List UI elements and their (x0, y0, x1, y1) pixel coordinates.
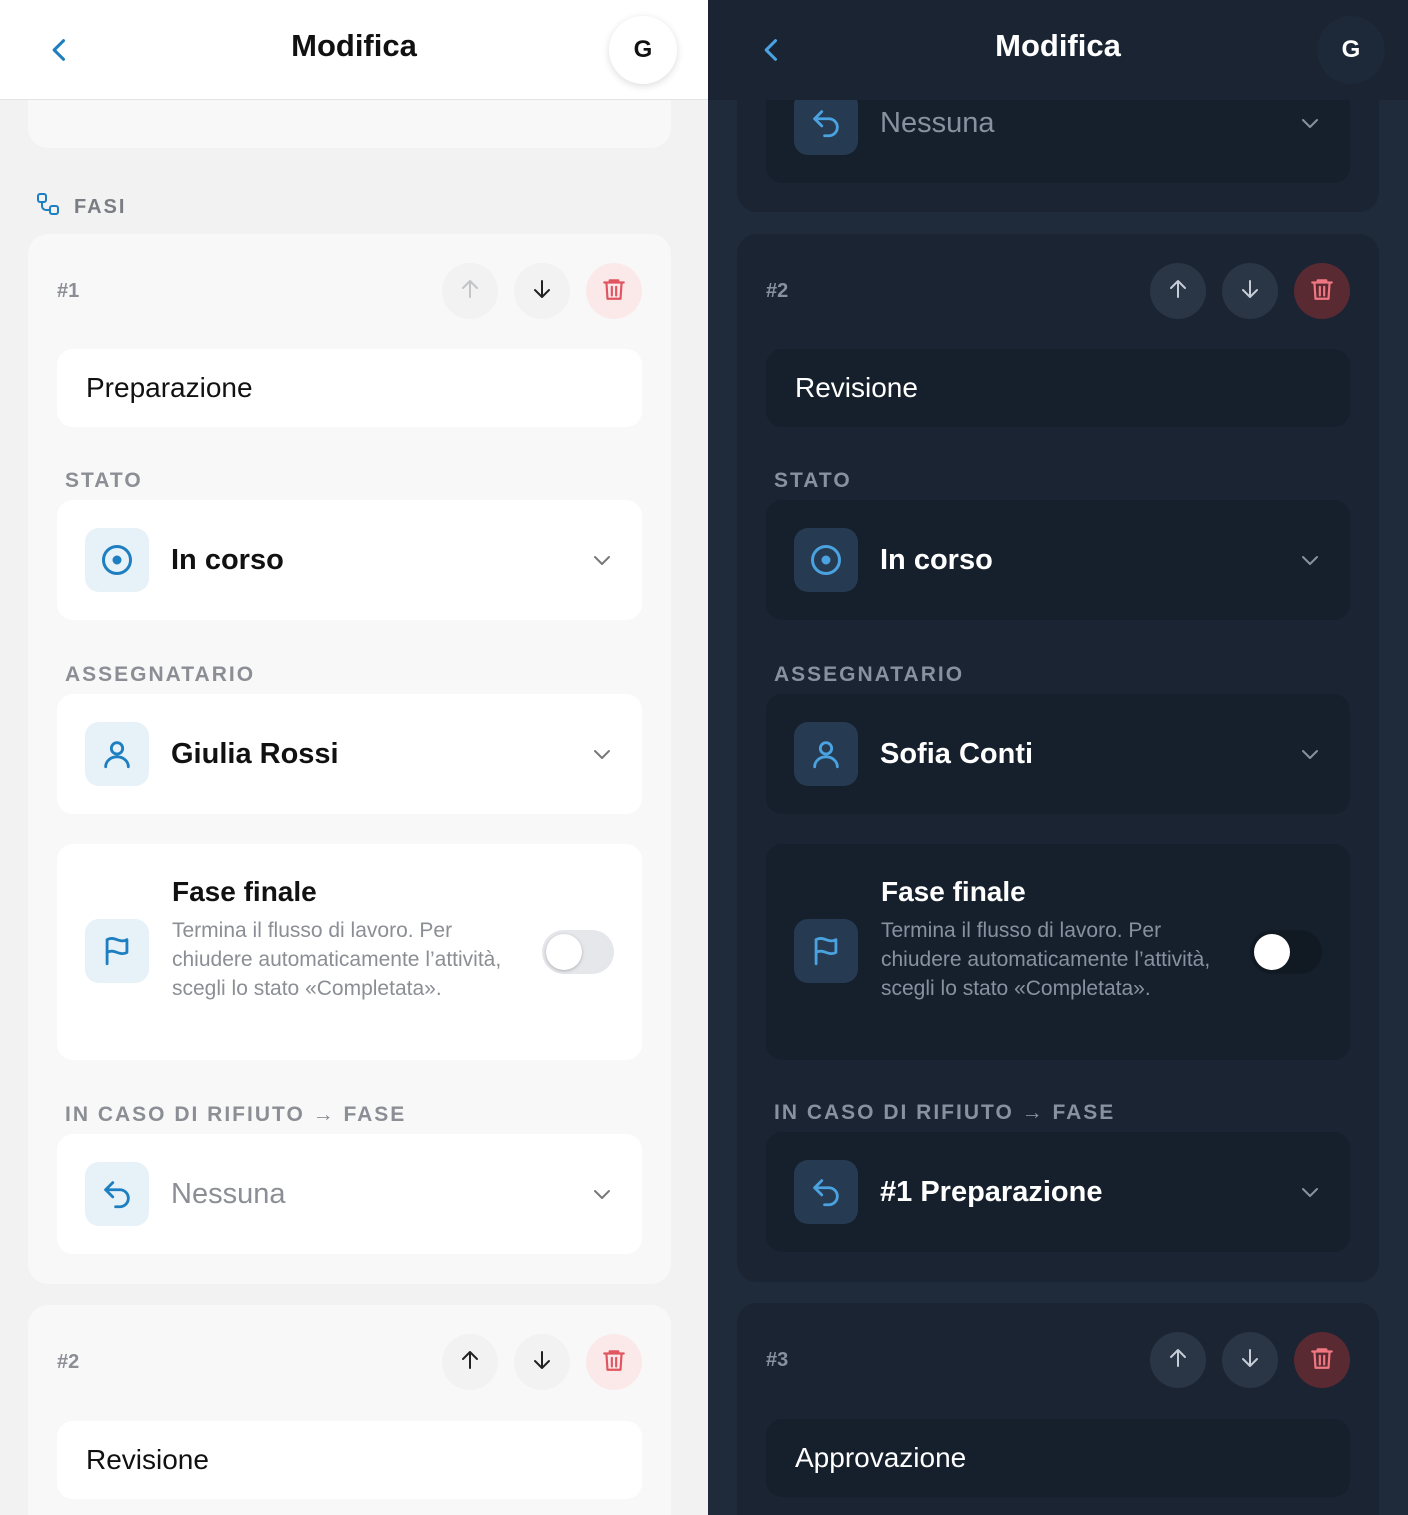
undo-arrow-icon (85, 1162, 149, 1226)
light-screen: FASI #1 Preparazione STATO In corso ASSE… (0, 0, 708, 1515)
flag-icon (85, 919, 149, 983)
trash-icon (1309, 1345, 1335, 1376)
section-title: FASI (74, 195, 127, 218)
toggle-knob (546, 934, 582, 970)
reject-value: Nessuna (171, 1177, 286, 1210)
target-icon (85, 528, 149, 592)
state-select[interactable]: In corso (766, 500, 1350, 620)
reject-label: IN CASO DI RIFIUTO → FASE (774, 1101, 1116, 1124)
delete-step-button[interactable] (1294, 263, 1350, 319)
chevron-down-icon (1302, 556, 1318, 565)
move-up-button[interactable] (442, 263, 498, 319)
toggle-knob (1254, 934, 1290, 970)
target-icon (794, 528, 858, 592)
trash-icon (601, 1347, 627, 1378)
step-card-1: #1 Preparazione STATO In corso ASSEGNATA… (28, 234, 671, 1284)
workflow-icon (36, 192, 60, 222)
arrow-up-icon (458, 1348, 482, 1377)
reject-select[interactable]: Nessuna (57, 1134, 642, 1254)
chevron-down-icon (1302, 119, 1318, 128)
assignee-value: Giulia Rossi (171, 737, 339, 770)
step-number: #1 (57, 280, 80, 302)
final-step-description: Termina il flusso di lavoro. Per chiuder… (881, 919, 1211, 1000)
step-name-input[interactable]: Revisione (766, 349, 1350, 427)
delete-step-button[interactable] (586, 1334, 642, 1390)
chevron-down-icon (594, 750, 610, 759)
delete-step-button[interactable] (586, 263, 642, 319)
reject-select[interactable]: #1 Preparazione (766, 1132, 1350, 1252)
state-select[interactable]: In corso (57, 500, 642, 620)
user-icon (85, 722, 149, 786)
arrow-up-icon (1166, 1346, 1190, 1375)
step-name-input[interactable]: Approvazione (766, 1419, 1350, 1497)
page-title: Modifica (291, 28, 417, 63)
dark-screen: Nessuna #2 Revisione STATO In corso ASSE… (708, 0, 1408, 1515)
navbar: Modifica G (708, 0, 1408, 100)
final-step-title: Fase finale (172, 876, 317, 907)
chevron-down-icon (1302, 1188, 1318, 1197)
final-step-box: Fase finale Termina il flusso di lavoro.… (57, 844, 642, 1060)
assignee-select[interactable]: Giulia Rossi (57, 694, 642, 814)
assignee-value: Sofia Conti (880, 737, 1034, 770)
user-icon (794, 722, 858, 786)
prev-reject-value: Nessuna (880, 106, 995, 139)
assignee-select[interactable]: Sofia Conti (766, 694, 1350, 814)
reject-label: IN CASO DI RIFIUTO → FASE (65, 1103, 407, 1126)
step-number: #2 (766, 280, 789, 302)
state-value: In corso (880, 543, 993, 576)
chevron-down-icon (594, 556, 610, 565)
state-value: In corso (171, 543, 284, 576)
avatar[interactable]: G (609, 16, 677, 84)
final-step-toggle[interactable] (1250, 930, 1322, 974)
arrow-up-icon (458, 277, 482, 306)
arrow-down-icon (530, 1348, 554, 1377)
move-up-button[interactable] (442, 1334, 498, 1390)
trash-icon (601, 276, 627, 307)
delete-step-button[interactable] (1294, 1332, 1350, 1388)
step-name-input[interactable]: Preparazione (57, 349, 642, 427)
step-card-3: #3 Approvazione (737, 1303, 1379, 1515)
trash-icon (1309, 276, 1335, 307)
chevron-down-icon (594, 1190, 610, 1199)
final-step-box: Fase finale Termina il flusso di lavoro.… (766, 844, 1350, 1060)
undo-arrow-icon (794, 1160, 858, 1224)
step-name-input[interactable]: Revisione (57, 1421, 642, 1499)
reject-value: #1 Preparazione (880, 1175, 1103, 1208)
avatar[interactable]: G (1317, 16, 1385, 84)
step-card-2: #2 Revisione STATO In corso ASSEGNATARIO… (737, 234, 1379, 1282)
final-step-toggle[interactable] (542, 930, 614, 974)
assignee-label: ASSEGNATARIO (774, 663, 965, 686)
page-title: Modifica (995, 28, 1121, 63)
chevron-down-icon (1302, 750, 1318, 759)
state-label: STATO (65, 469, 143, 492)
move-down-button[interactable] (514, 263, 570, 319)
arrow-down-icon (1238, 1346, 1262, 1375)
section-header: FASI (36, 192, 126, 222)
navbar: Modifica G (0, 0, 708, 100)
step-card-2: #2 Revisione (28, 1305, 671, 1515)
step-number: #2 (57, 1351, 80, 1373)
final-step-description: Termina il flusso di lavoro. Per chiuder… (172, 919, 502, 1000)
undo-arrow-icon (794, 91, 858, 155)
flag-icon (794, 919, 858, 983)
arrow-up-icon (1166, 277, 1190, 306)
move-up-button[interactable] (1150, 263, 1206, 319)
screens: FASI #1 Preparazione STATO In corso ASSE… (0, 0, 1408, 1515)
arrow-down-icon (1238, 277, 1262, 306)
arrow-down-icon (530, 277, 554, 306)
step-number: #3 (766, 1349, 789, 1371)
move-down-button[interactable] (1222, 263, 1278, 319)
state-label: STATO (774, 469, 852, 492)
move-up-button[interactable] (1150, 1332, 1206, 1388)
final-step-title: Fase finale (881, 876, 1026, 907)
assignee-label: ASSEGNATARIO (65, 663, 256, 686)
move-down-button[interactable] (514, 1334, 570, 1390)
move-down-button[interactable] (1222, 1332, 1278, 1388)
